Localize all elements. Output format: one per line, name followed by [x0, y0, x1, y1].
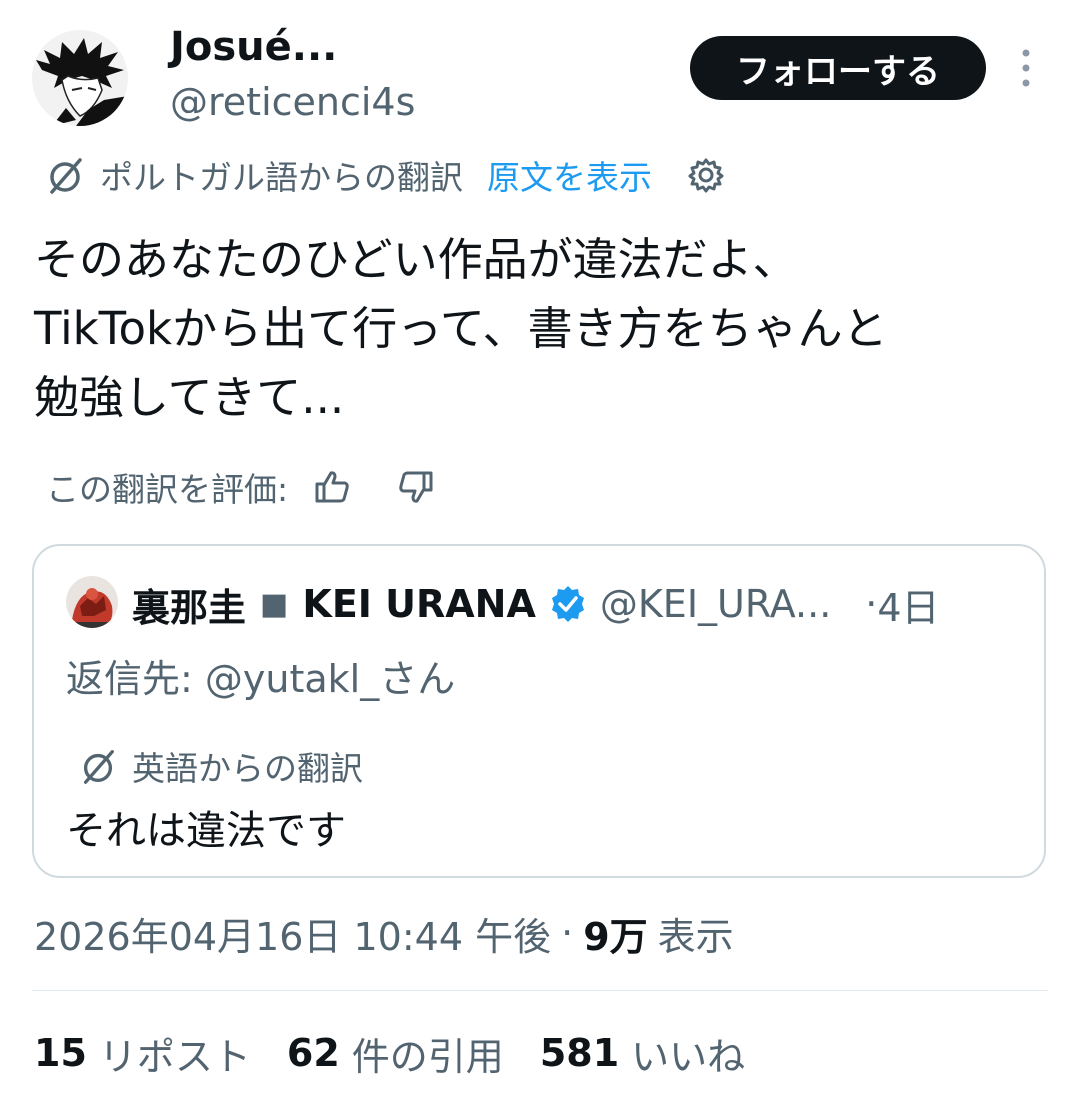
rate-translation-label: この翻訳を評価:: [46, 470, 289, 509]
quoted-author-name-en[interactable]: KEI URANA: [302, 582, 536, 626]
quoted-tweet-header: 裏那圭 ■ KEI URANA @KEI_URA... · 4日: [132, 574, 940, 634]
repost-label[interactable]: リポスト: [99, 1026, 251, 1081]
reply-to-line: 返信先: @yutakl_さん: [66, 648, 455, 703]
tweet-text: そのあなたのひどい作品が違法だよ、 TikTokから出て行って、書き方をちゃんと…: [34, 225, 1054, 432]
author-handle[interactable]: @reticenci4s: [170, 80, 415, 124]
tweet-meta: 2026年04月16日 10:44 午後 · 9万 表示: [34, 902, 734, 964]
quoted-translation-bar: 英語からの翻訳: [78, 742, 363, 790]
reply-prefix: 返信先:: [66, 657, 193, 701]
quote-count[interactable]: 62: [287, 1031, 340, 1075]
tweet-text-line: 勉強してきて...: [34, 371, 345, 424]
quoted-tweet-card[interactable]: 裏那圭 ■ KEI URANA @KEI_URA... · 4日 返信先: @y…: [32, 544, 1046, 878]
engagement-stats: 15 リポスト 62 件の引用 581 いいね: [34, 1022, 781, 1084]
like-count[interactable]: 581: [540, 1031, 619, 1075]
quoted-author-avatar[interactable]: [66, 576, 118, 628]
quote-label[interactable]: 件の引用: [352, 1026, 504, 1081]
translation-source-label: ポルトガル語からの翻訳: [100, 158, 463, 197]
translate-icon: [78, 746, 118, 786]
translate-icon: [44, 154, 86, 196]
thumbs-down-icon[interactable]: [396, 467, 436, 507]
quoted-author-handle[interactable]: @KEI_URA...: [600, 582, 831, 626]
author-avatar[interactable]: [32, 30, 128, 126]
author-display-name[interactable]: Josué...: [170, 24, 337, 70]
like-label[interactable]: いいね: [631, 1026, 745, 1081]
thumbs-up-icon[interactable]: [312, 467, 352, 507]
more-options-icon[interactable]: [1014, 46, 1038, 90]
rate-translation-row: この翻訳を評価:: [46, 462, 436, 512]
name-separator: ■: [260, 586, 289, 622]
gear-icon[interactable]: [686, 155, 726, 195]
views-count: 9万: [583, 914, 648, 959]
views-label: 表示: [657, 914, 734, 959]
reply-to-handle[interactable]: @yutakl_さん: [205, 657, 455, 701]
show-original-link[interactable]: 原文を表示: [487, 151, 652, 199]
translation-bar: ポルトガル語からの翻訳 原文を表示: [44, 150, 726, 200]
quoted-translation-label: 英語からの翻訳: [132, 749, 363, 788]
quoted-tweet-time[interactable]: 4日: [877, 577, 939, 632]
meta-separator: ·: [561, 911, 574, 955]
tweet-datetime[interactable]: 2026年04月16日 10:44 午後: [34, 906, 551, 961]
tweet-text-line: TikTokから出て行って、書き方をちゃんと: [34, 302, 888, 355]
tweet-text-line: そのあなたのひどい作品が違法だよ、: [34, 233, 798, 286]
verified-badge-icon: [548, 584, 588, 624]
divider: [32, 990, 1048, 991]
repost-count[interactable]: 15: [34, 1031, 87, 1075]
time-separator: ·: [865, 582, 878, 626]
follow-button[interactable]: フォローする: [690, 36, 986, 100]
quoted-tweet-text: それは違法です: [66, 808, 346, 854]
quoted-author-name[interactable]: 裏那圭: [132, 577, 246, 632]
